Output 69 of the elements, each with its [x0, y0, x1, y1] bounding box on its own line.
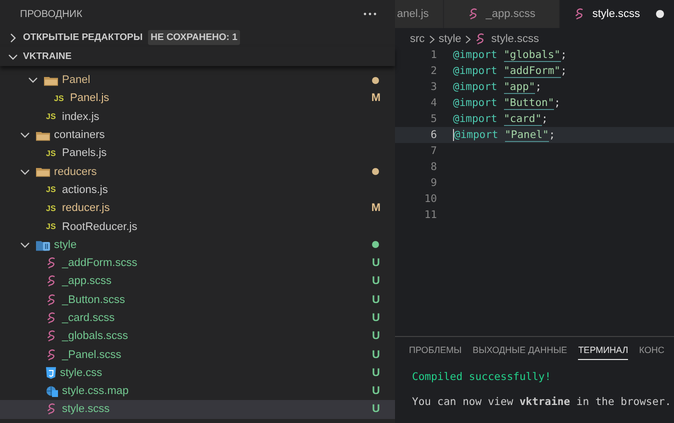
file-tree-item[interactable]: _Button.scss U	[0, 290, 395, 309]
file-tree-item[interactable]: _app.scss U	[0, 272, 395, 291]
file-tree-item[interactable]: _addForm.scss U	[0, 254, 395, 272]
terminal-line: You can now view vktraine in the browser.	[412, 396, 672, 408]
breadcrumb-item[interactable]: style.scss	[491, 33, 539, 45]
line-number: 1	[430, 49, 438, 61]
project-header[interactable]: VKTRAINE	[0, 47, 395, 66]
line-number: 9	[430, 177, 438, 189]
code-line: @import "card";	[453, 113, 548, 125]
file-tree-item[interactable]: JS reducer.js M	[0, 199, 395, 218]
js-file-icon: JS	[54, 94, 66, 103]
git-status-letter: U	[371, 275, 381, 288]
code-line: @import "Button";	[453, 97, 560, 109]
panel-tab[interactable]: ТЕРМИНАЛ	[578, 345, 628, 360]
line-number: 3	[430, 81, 438, 93]
file-tree-item[interactable]: JS RootReducer.js	[0, 217, 395, 236]
file-tree-item[interactable]: _globals.scss U	[0, 327, 395, 346]
js-file-icon: JS	[46, 112, 58, 122]
open-editors-header[interactable]: ОТКРЫТЫЕ РЕДАКТОРЫ НЕ СОХРАНЕНО: 1	[0, 28, 395, 47]
line-number: 10	[423, 193, 438, 205]
unsaved-badge: НЕ СОХРАНЕНО: 1	[148, 30, 240, 45]
git-status-letter: U	[371, 257, 381, 270]
js-file-icon: JS	[46, 185, 58, 194]
git-status-letter: U	[371, 294, 381, 306]
js-file-icon: JS	[46, 148, 58, 158]
code-line: @import "addForm";	[453, 65, 567, 77]
terminal-line: Compiled successfully!	[412, 371, 552, 383]
file-tree-item[interactable]: style.scss U	[0, 400, 395, 419]
line-number: 8	[430, 161, 438, 173]
line-number: 7	[430, 145, 438, 157]
file-tree-item[interactable]: JS actions.js	[0, 180, 395, 200]
git-status-letter: M	[371, 92, 381, 104]
code-line: @import "globals";	[453, 49, 567, 61]
panel-tab[interactable]: КОНС	[639, 345, 664, 359]
file-tree-item[interactable]: _Panel.scss U	[0, 345, 395, 364]
line-number: 6	[430, 129, 438, 141]
git-status-letter: U	[371, 403, 381, 416]
git-status-letter: U	[371, 385, 381, 398]
js-file-icon: JS	[46, 222, 58, 232]
editor-tab[interactable]: style.scss	[560, 0, 674, 28]
editor-tab[interactable]: anel.js	[395, 0, 444, 28]
file-tree-item[interactable]: style	[0, 236, 395, 254]
file-tree-item[interactable]: JS index.js	[0, 108, 395, 126]
file-tree-item[interactable]: _card.scss U	[0, 308, 395, 328]
code-line: @import "app";	[453, 81, 542, 93]
line-number: 5	[430, 113, 438, 125]
line-number: 11	[423, 209, 438, 221]
line-number: 2	[430, 65, 438, 77]
panel-tab[interactable]: ВЫХОДНЫЕ ДАННЫЕ	[472, 345, 568, 359]
explorer-title: ПРОВОДНИК	[20, 8, 82, 20]
git-status-letter: M	[371, 202, 381, 214]
file-tree-item[interactable]: JS Panels.js	[0, 144, 395, 162]
breadcrumb-item[interactable]: src	[410, 33, 425, 45]
file-tree-item[interactable]: containers	[0, 126, 395, 144]
git-status-letter: U	[371, 312, 381, 324]
file-tree-item[interactable]: reducers	[0, 162, 395, 181]
file-tree-item[interactable]: style.css U	[0, 364, 395, 382]
code-line: @import "Panel";	[453, 129, 556, 141]
line-number: 4	[430, 97, 438, 109]
git-status-letter: U	[371, 348, 381, 361]
breadcrumb-item[interactable]: style	[438, 33, 462, 45]
file-tree-item[interactable]: JS Panel.js M	[0, 89, 395, 108]
git-status-letter: U	[371, 330, 381, 342]
panel-tab[interactable]: ПРОБЛЕМЫ	[409, 345, 462, 359]
editor-tab[interactable]: _app.scss	[444, 0, 560, 28]
file-tree-item[interactable]: Panel	[0, 71, 395, 90]
git-status-letter: U	[371, 366, 381, 379]
file-tree-item[interactable]: style.css.map U	[0, 382, 395, 400]
js-file-icon: JS	[46, 204, 58, 213]
